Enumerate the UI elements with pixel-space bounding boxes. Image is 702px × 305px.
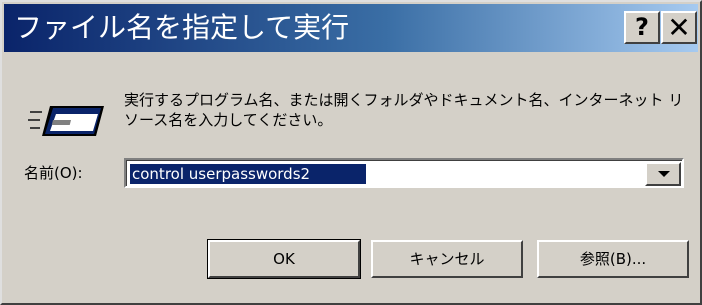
window-title: ファイル名を指定して実行: [14, 11, 350, 44]
chevron-down-icon: [658, 171, 670, 177]
close-button[interactable]: ✕: [661, 11, 697, 44]
title-bar[interactable]: ファイル名を指定して実行 ? ✕: [4, 4, 698, 52]
run-icon: [28, 106, 104, 136]
run-dialog: ファイル名を指定して実行 ? ✕ 実行するプログラム名、または開くフォルダやドキ…: [0, 0, 702, 305]
ok-button[interactable]: OK: [207, 239, 361, 279]
name-label: 名前(O):: [24, 164, 83, 182]
dropdown-button[interactable]: [645, 162, 681, 186]
browse-button[interactable]: 参照(B)...: [537, 240, 689, 278]
command-combobox[interactable]: control userpasswords2: [124, 158, 684, 188]
cancel-button[interactable]: キャンセル: [371, 240, 523, 278]
dialog-description: 実行するプログラム名、または開くフォルダやドキュメント名、インターネット リソー…: [124, 91, 684, 129]
combobox-frame: control userpasswords2: [126, 160, 682, 186]
help-button[interactable]: ?: [624, 11, 660, 44]
command-input[interactable]: control userpasswords2: [130, 164, 366, 184]
